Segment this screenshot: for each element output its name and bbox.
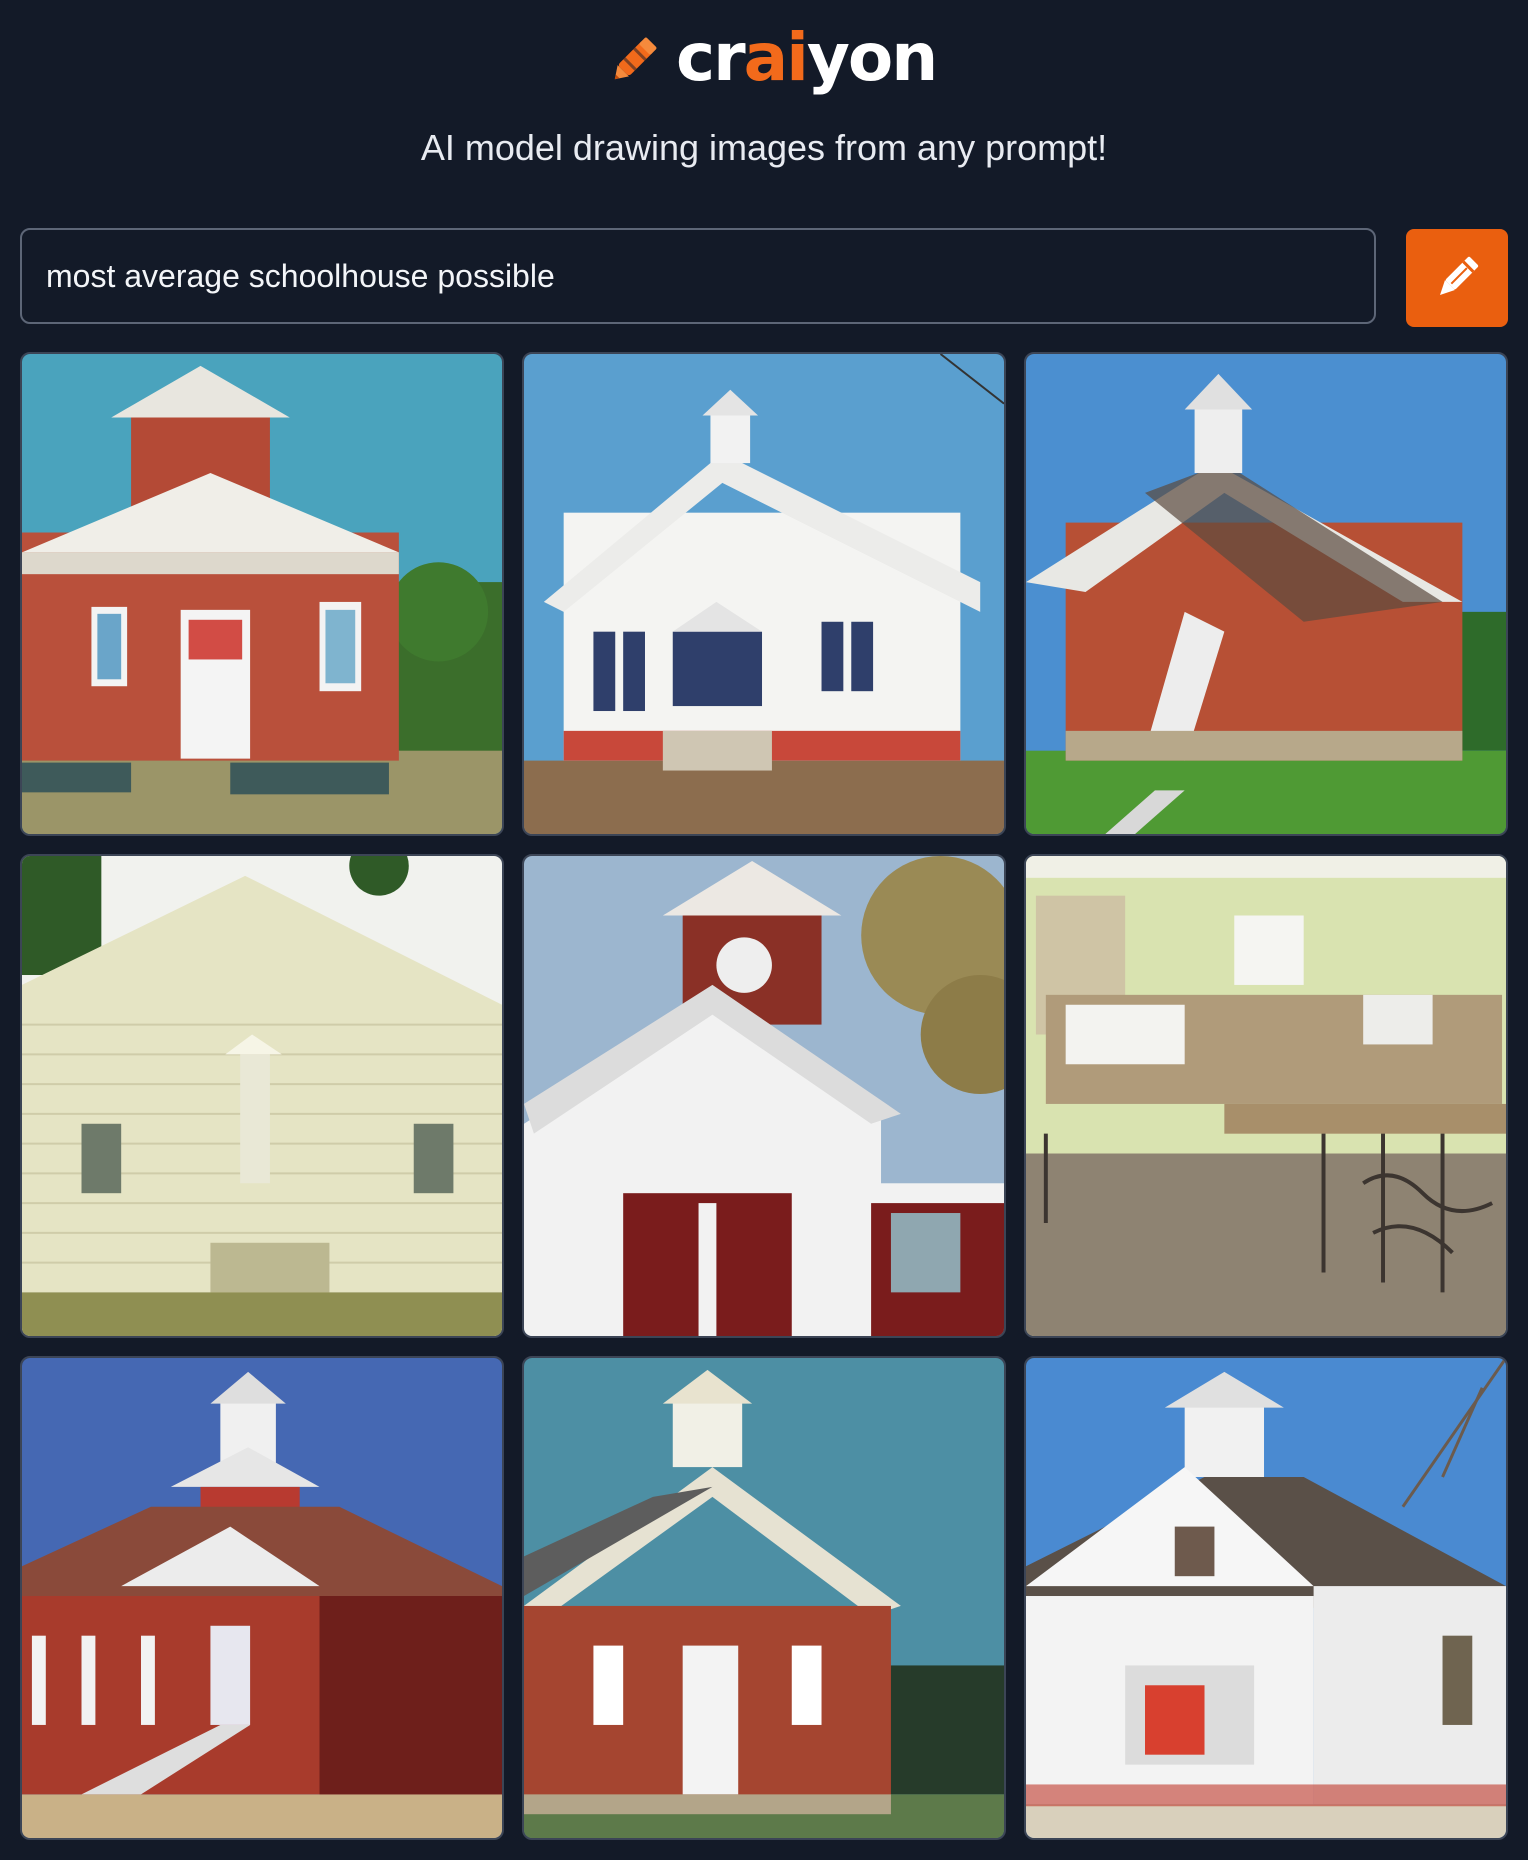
result-image-4[interactable] [20,854,504,1338]
result-image-9[interactable] [1024,1356,1508,1840]
result-image-8[interactable] [522,1356,1006,1840]
result-image-7[interactable] [20,1356,504,1840]
logo-prefix: cr [676,19,746,96]
result-image-3[interactable] [1024,352,1508,836]
logo-wordmark: craiyon [676,25,938,91]
results-grid [20,352,1508,1842]
draw-button[interactable] [1406,229,1508,327]
result-image-5[interactable] [522,854,1006,1338]
pencil-icon [1440,256,1479,295]
prompt-input[interactable]: most average schoolhouse possible [20,228,1376,324]
tagline: AI model drawing images from any prompt! [420,127,1108,168]
result-image-6[interactable] [1024,854,1508,1338]
result-image-1[interactable] [20,352,504,836]
result-image-2[interactable] [522,352,1006,836]
crayon-icon [614,37,657,80]
logo-highlight: ai [743,19,809,96]
logo-suffix: yon [806,19,938,96]
craiyon-logo[interactable]: craiyon [600,22,938,94]
header: craiyon AI model drawing images from any… [0,0,1528,190]
